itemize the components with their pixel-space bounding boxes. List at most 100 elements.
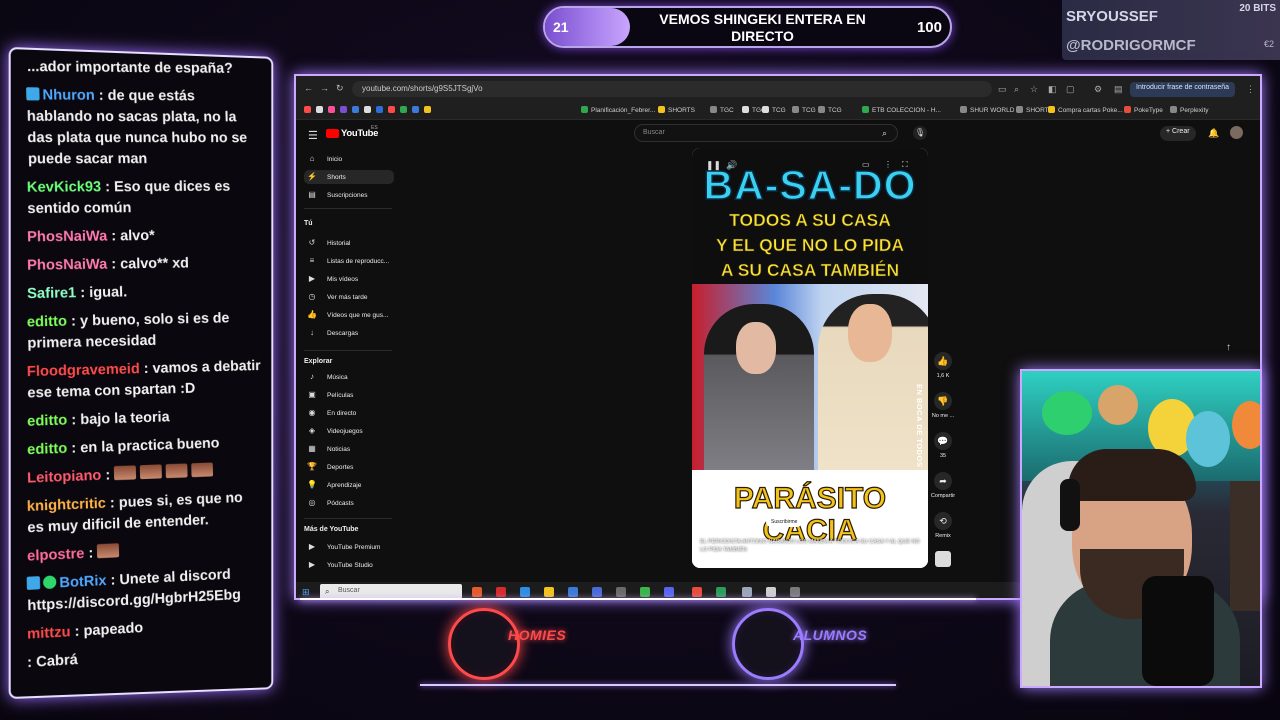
extension-icon[interactable]: ⚙: [1094, 84, 1102, 95]
bookmark-favicon-icon[interactable]: [316, 106, 326, 114]
sidebar-item[interactable]: ▶ YouTube Premium: [304, 540, 394, 554]
sidebar-item[interactable]: ♪ Música: [304, 370, 394, 384]
sidebar-item[interactable]: ▤ Suscripciones: [304, 188, 394, 202]
short-action-button[interactable]: 👎 No me ...: [928, 392, 958, 419]
sidebar-item[interactable]: ◉ En directo: [304, 406, 394, 420]
discord-icon[interactable]: [664, 587, 674, 597]
bookmark-item[interactable]: TCG: [792, 106, 816, 114]
sound-thumbnail[interactable]: [935, 551, 951, 567]
chat-username[interactable]: editto: [27, 412, 68, 429]
chat-username[interactable]: BotRix: [59, 573, 107, 591]
bookmark-favicon-icon[interactable]: [304, 106, 314, 114]
back-icon[interactable]: ←: [304, 83, 313, 93]
short-action-button[interactable]: 💬 35: [928, 432, 958, 459]
bookmark-item[interactable]: TGC: [710, 106, 734, 114]
sidebar-item[interactable]: ↓ Descargas: [304, 326, 394, 340]
reload-icon[interactable]: ↻: [336, 83, 344, 94]
bookmark-item[interactable]: ETB COLECCION - H...: [862, 106, 941, 114]
microphone-icon[interactable]: 🎙: [913, 126, 927, 140]
chat-username[interactable]: elpostre: [27, 546, 85, 565]
hamburger-menu-icon[interactable]: ☰: [308, 129, 318, 142]
store-icon[interactable]: [568, 587, 578, 597]
bookmark-item[interactable]: SHORTS: [658, 106, 695, 114]
bookmark-favicon-icon[interactable]: [424, 106, 434, 114]
chat-username[interactable]: editto: [27, 314, 68, 331]
bookmark-item[interactable]: TCG: [762, 106, 786, 114]
sidebar-item[interactable]: ↺ Historial: [304, 236, 394, 250]
avatar[interactable]: [1230, 126, 1243, 139]
sidebar-item[interactable]: ◎ Pódcasts: [304, 496, 394, 510]
bookmark-favicon-icon[interactable]: [376, 106, 386, 114]
sidebar-section-heading[interactable]: Más de YouTube: [304, 526, 358, 533]
chrome-icon[interactable]: [640, 587, 650, 597]
bookmark-item[interactable]: SHUR WORLD: [960, 106, 1014, 114]
app-icon[interactable]: [742, 587, 752, 597]
windows-start-icon[interactable]: ⊞: [302, 587, 310, 598]
sidebar-item[interactable]: ▶ Mis vídeos: [304, 272, 394, 286]
chat-username[interactable]: knightcritic: [27, 496, 107, 515]
app-icon[interactable]: [716, 587, 726, 597]
chat-username[interactable]: mittzu: [27, 624, 71, 643]
sidebar-item[interactable]: ▦ Noticias: [304, 442, 394, 456]
more-options-icon[interactable]: ⋮: [884, 160, 892, 169]
browser-menu-icon[interactable]: ⋮: [1246, 84, 1255, 95]
sidebar-item[interactable]: ◷ Ver más tarde: [304, 290, 394, 304]
volume-icon[interactable]: 🔊: [726, 160, 737, 171]
zoom-icon[interactable]: ⌕: [1014, 84, 1019, 95]
forward-icon[interactable]: →: [320, 83, 329, 93]
sidebar-item[interactable]: ⚡ Shorts: [304, 170, 394, 184]
app-icon[interactable]: [766, 587, 776, 597]
sidebar-item[interactable]: 🏆 Deportes: [304, 460, 394, 474]
password-hint-button[interactable]: Introducir frase de contraseña: [1130, 82, 1235, 97]
extension-icon[interactable]: ◧: [1048, 84, 1057, 95]
extension-icon[interactable]: ▤: [1114, 84, 1123, 95]
channel-name[interactable]: @periodistas: [700, 520, 732, 526]
search-icon[interactable]: ⌕: [882, 128, 887, 139]
file-explorer-icon[interactable]: [544, 587, 554, 597]
brave-icon[interactable]: [472, 587, 482, 597]
chat-username[interactable]: PhosNaiWa: [27, 257, 108, 274]
opera-icon[interactable]: [496, 587, 506, 597]
sidebar-item[interactable]: 💡 Aprendizaje: [304, 478, 394, 492]
bookmark-favicon-icon[interactable]: [388, 106, 398, 114]
bookmark-item[interactable]: Perplexity: [1170, 106, 1209, 114]
sidebar-section-heading[interactable]: Explorar: [304, 358, 332, 365]
sidebar-item[interactable]: ≡ Listas de reproducc...: [304, 254, 394, 268]
fullscreen-icon[interactable]: ⛶: [902, 160, 908, 170]
scroll-up-icon[interactable]: ↑: [1226, 342, 1231, 353]
extension-icon[interactable]: ▢: [1066, 84, 1075, 95]
sidebar-item[interactable]: ▣ Películas: [304, 388, 394, 402]
bookmark-favicon-icon[interactable]: [340, 106, 350, 114]
chat-username[interactable]: editto: [27, 441, 68, 459]
short-action-button[interactable]: 👍 1,6 K: [928, 352, 958, 379]
bookmark-item[interactable]: Planificación_Febrer...: [581, 106, 655, 114]
bookmark-star-icon[interactable]: ☆: [1030, 84, 1038, 95]
short-action-button[interactable]: ⟲ Remix: [928, 512, 958, 539]
sidebar-item[interactable]: ⌂ Inicio: [304, 152, 394, 166]
youtube-logo-icon[interactable]: [326, 129, 339, 138]
subscribe-button[interactable]: Suscribirme: [766, 517, 803, 527]
short-video-player[interactable]: BA-SA-DO TODOS A SU CASA Y EL QUE NO LO …: [692, 148, 928, 568]
bookmark-favicon-icon[interactable]: [412, 106, 422, 114]
cast-icon[interactable]: ▭: [998, 84, 1007, 95]
edge-icon[interactable]: [520, 587, 530, 597]
youtube-search-input[interactable]: Buscar: [634, 124, 898, 142]
pokeball-icon[interactable]: [692, 587, 702, 597]
chat-username[interactable]: Safire1: [27, 285, 77, 302]
bookmark-item[interactable]: PokeType: [1124, 106, 1163, 114]
captions-icon[interactable]: ▭: [862, 160, 870, 169]
notifications-bell-icon[interactable]: 🔔: [1208, 128, 1219, 139]
chat-username[interactable]: Leitopiano: [27, 468, 102, 487]
chat-username[interactable]: Nhuron: [42, 87, 95, 103]
short-action-button[interactable]: ➦ Compartir: [928, 472, 958, 499]
url-input[interactable]: youtube.com/shorts/g9S5JTSgjVo: [352, 81, 992, 97]
chat-username[interactable]: KevKick93: [27, 179, 102, 195]
sidebar-section-heading[interactable]: Tú: [304, 220, 313, 227]
bookmark-favicon-icon[interactable]: [328, 106, 338, 114]
chat-username[interactable]: Floodgravemeid: [27, 361, 140, 380]
sidebar-item[interactable]: ◈ Videojuegos: [304, 424, 394, 438]
app-icon[interactable]: [790, 587, 800, 597]
bookmark-item[interactable]: TCG: [818, 106, 842, 114]
obs-icon[interactable]: [616, 587, 626, 597]
app-icon[interactable]: [592, 587, 602, 597]
